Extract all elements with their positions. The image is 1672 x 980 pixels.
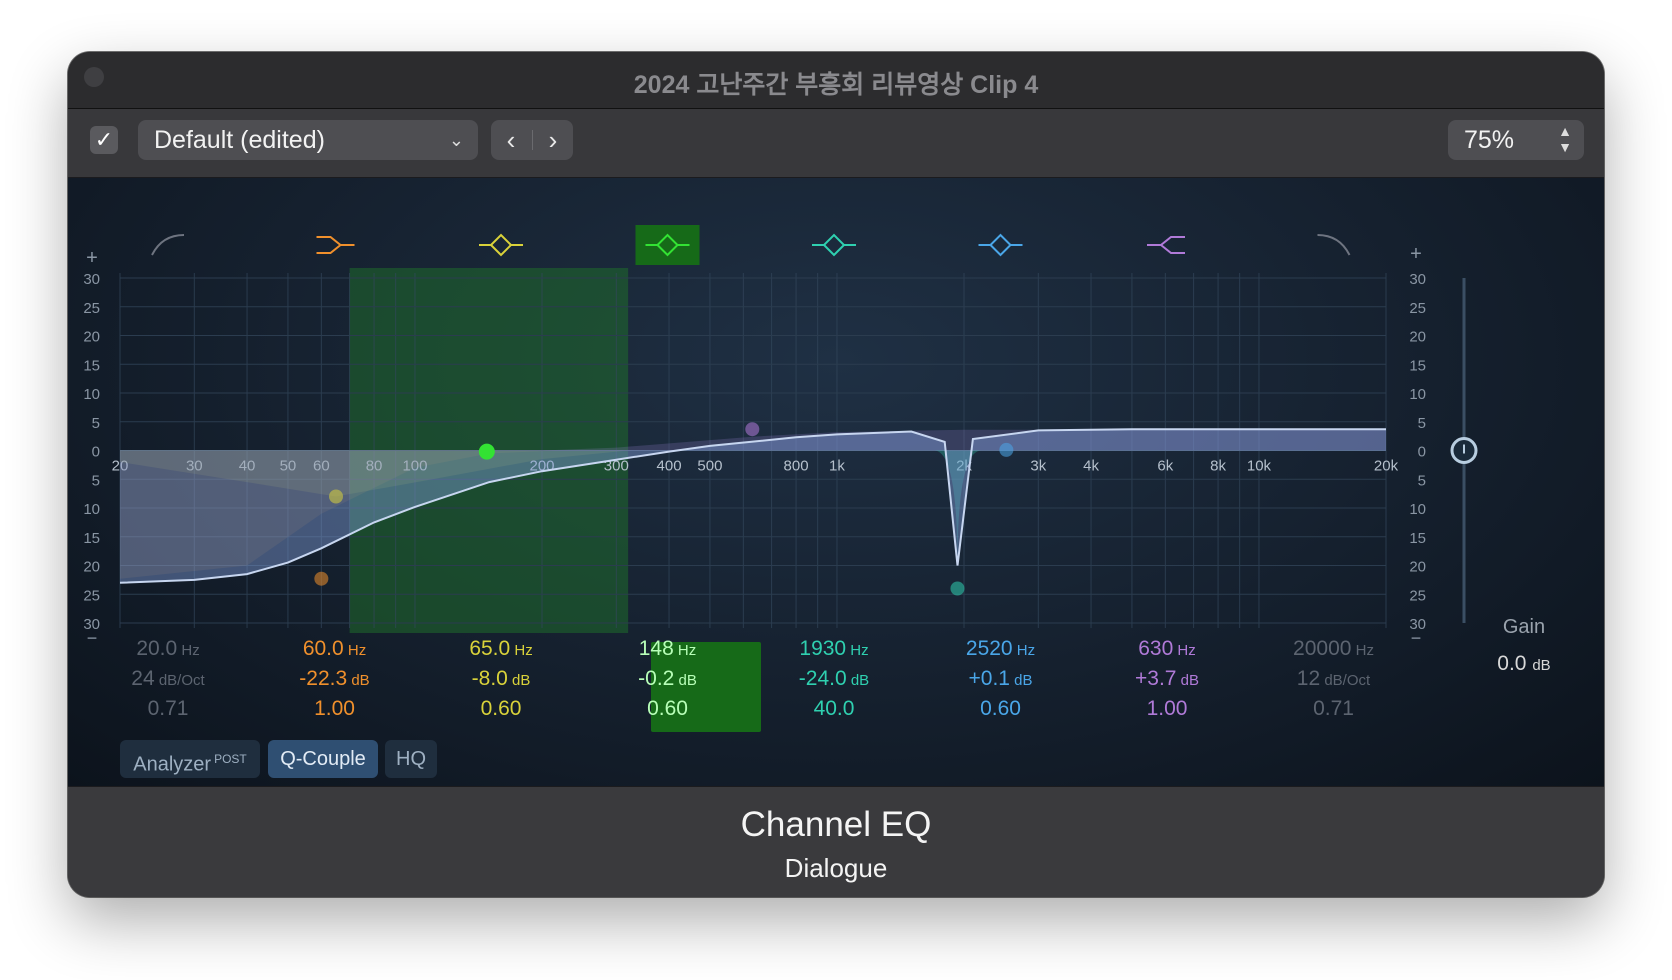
- next-preset-button[interactable]: ›: [533, 124, 573, 156]
- band-gain[interactable]: +3.7 dB: [1092, 667, 1242, 691]
- band-frequency[interactable]: 1930 Hz: [759, 637, 909, 661]
- value: 65.0: [469, 637, 511, 660]
- track-name: Dialogue: [784, 853, 888, 883]
- band-gain[interactable]: -0.2 dB: [593, 667, 743, 691]
- band-q[interactable]: 40.0: [759, 697, 909, 721]
- band-gain[interactable]: 12 dB/Oct: [1259, 667, 1409, 691]
- band-gain[interactable]: -8.0 dB: [426, 667, 576, 691]
- window-title: 2024 고난주간 부흥회 리뷰영상 Clip 4: [633, 71, 1039, 99]
- plugin-name: Channel EQ: [740, 805, 932, 844]
- unit: dB/Oct: [154, 672, 205, 689]
- band-q[interactable]: 0.71: [93, 697, 243, 721]
- value: -8.0: [471, 667, 508, 690]
- band-frequency[interactable]: 20.0 Hz: [93, 637, 243, 661]
- value: 2520: [965, 637, 1013, 660]
- value: 60.0: [302, 637, 344, 660]
- value: 0.60: [480, 697, 522, 720]
- up-down-arrows-icon: ▲ ▼: [1558, 123, 1572, 155]
- unit: dB/Oct: [1320, 672, 1371, 689]
- title-bar: 2024 고난주간 부흥회 리뷰영상 Clip 4: [68, 52, 1604, 109]
- unit: dB: [507, 672, 531, 689]
- value: 0.71: [147, 697, 189, 720]
- band-gain[interactable]: -22.3 dB: [260, 667, 410, 691]
- preset-name: Default (edited): [154, 126, 325, 154]
- hq-button[interactable]: HQ: [385, 740, 437, 778]
- band-gain[interactable]: +0.1 dB: [926, 667, 1076, 691]
- unit: Hz: [673, 642, 697, 659]
- unit: dB: [1009, 672, 1033, 689]
- unit: dB: [1176, 672, 1199, 689]
- value: 0.71: [1313, 697, 1354, 720]
- value: 20.0: [136, 637, 178, 660]
- band-q[interactable]: 1.00: [260, 697, 410, 721]
- unit: dB: [347, 672, 370, 689]
- unit: Hz: [1351, 642, 1374, 659]
- preset-navigation: ‹ ›: [491, 120, 573, 160]
- value: +0.1: [968, 667, 1010, 690]
- value: 1930: [799, 637, 847, 660]
- master-gain-value[interactable]: 0.0 dB: [1474, 652, 1574, 676]
- band-frequency[interactable]: 65.0 Hz: [426, 637, 576, 661]
- value: 12: [1296, 667, 1321, 690]
- plugin-enable-checkbox[interactable]: ✓: [90, 126, 118, 154]
- value: 630: [1138, 637, 1174, 660]
- value: -22.3: [299, 667, 348, 690]
- band-parameters: 20.0 Hz 24 dB/Oct 0.71 60.0 Hz -22.3 dB 1.00 6…: [68, 178, 1604, 786]
- band-q[interactable]: 1.00: [1092, 697, 1242, 721]
- value: 0.60: [647, 697, 688, 720]
- value: 24: [131, 667, 155, 690]
- value: -24.0: [798, 667, 847, 690]
- band-q[interactable]: 0.60: [926, 697, 1076, 721]
- unit: Hz: [510, 642, 533, 659]
- unit: Hz: [1012, 642, 1036, 659]
- toolbar: ✓ Default (edited) ⌄ ‹ › 75% ▲ ▼: [68, 109, 1604, 177]
- plugin-footer: Channel EQ Dialogue: [68, 787, 1604, 897]
- band-gain[interactable]: -24.0 dB: [759, 667, 909, 691]
- band-q[interactable]: 0.71: [1259, 697, 1409, 721]
- value: 0.60: [980, 697, 1021, 720]
- band-q[interactable]: 0.60: [593, 697, 743, 721]
- value: 40.0: [813, 697, 855, 720]
- band-frequency[interactable]: 2520 Hz: [926, 637, 1076, 661]
- band-frequency[interactable]: 20000 Hz: [1259, 637, 1409, 661]
- value: +3.7: [1135, 667, 1177, 690]
- value: -0.2: [638, 667, 675, 690]
- value: 148: [638, 637, 674, 660]
- unit: dB: [674, 672, 697, 689]
- zoom-value: 75%: [1464, 126, 1515, 154]
- band-q[interactable]: 0.60: [426, 697, 576, 721]
- eq-panel: 30 25 20 15 10 5 0 5 10 15 20 25 30 30 25 20 15 10 5 0 5 10 15…: [68, 178, 1604, 786]
- unit: Hz: [846, 642, 869, 659]
- value: 1.00: [1146, 697, 1188, 720]
- preset-dropdown[interactable]: Default (edited) ⌄: [138, 120, 478, 160]
- q-couple-button[interactable]: Q-Couple: [268, 740, 378, 778]
- previous-preset-button[interactable]: ‹: [491, 124, 531, 156]
- band-frequency[interactable]: 148 Hz: [593, 637, 743, 661]
- zoom-stepper[interactable]: 75% ▲ ▼: [1448, 120, 1584, 160]
- unit: Hz: [1173, 642, 1196, 659]
- chevron-down-icon: ⌄: [448, 130, 464, 150]
- unit: Hz: [343, 642, 367, 659]
- unit: Hz: [177, 642, 200, 659]
- band-frequency[interactable]: 630 Hz: [1092, 637, 1242, 661]
- band-frequency[interactable]: 60.0 Hz: [260, 637, 410, 661]
- master-gain-label: Gain: [1502, 616, 1546, 638]
- band-gain[interactable]: 24 dB/Oct: [93, 667, 243, 691]
- unit: dB: [846, 672, 870, 689]
- value: 20000: [1293, 637, 1352, 660]
- value: 1.00: [314, 697, 355, 720]
- analyzer-button[interactable]: Analyzer POST: [120, 740, 260, 778]
- plugin-window: 2024 고난주간 부흥회 리뷰영상 Clip 4 ✓ Default (edi…: [68, 52, 1604, 897]
